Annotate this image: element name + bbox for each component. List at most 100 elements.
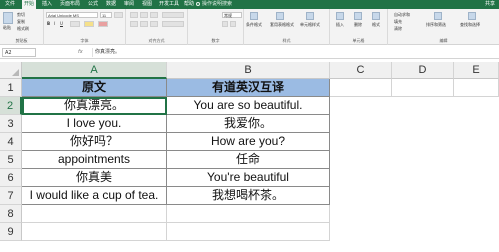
paste-icon[interactable] bbox=[3, 12, 13, 24]
row-header-7[interactable]: 7 bbox=[0, 187, 22, 205]
percent-button[interactable] bbox=[222, 21, 228, 27]
cut-button[interactable]: 剪切 bbox=[17, 12, 25, 18]
align-middle-button[interactable] bbox=[140, 12, 148, 18]
column-header-b[interactable]: B bbox=[167, 62, 330, 79]
tab-page-layout[interactable]: 页面布局 bbox=[58, 0, 82, 9]
cell-a6[interactable]: 你真美 bbox=[22, 169, 167, 187]
row-header-4[interactable]: 4 bbox=[0, 133, 22, 151]
cell-b8[interactable] bbox=[167, 205, 330, 223]
delete-cells-label: 删除 bbox=[354, 22, 362, 27]
cell-b9[interactable] bbox=[167, 223, 330, 241]
column-header-e[interactable]: E bbox=[454, 62, 499, 79]
format-cells-icon[interactable] bbox=[372, 12, 380, 20]
cell-a2[interactable]: 你真漂亮。 bbox=[22, 97, 167, 115]
insert-cells-label: 插入 bbox=[336, 22, 344, 27]
comma-button[interactable] bbox=[230, 21, 236, 27]
row-header-3[interactable]: 3 bbox=[0, 115, 22, 133]
tab-help[interactable]: 帮助 bbox=[183, 0, 195, 9]
clipboard-group: 粘贴 剪切 复制 格式刷 剪贴板 bbox=[0, 9, 44, 45]
cell-d1[interactable] bbox=[392, 79, 454, 97]
column-header-a[interactable]: A bbox=[22, 62, 167, 79]
align-right-button[interactable] bbox=[150, 21, 158, 27]
formula-bar: A2 fx 你真漂亮。 bbox=[0, 46, 499, 59]
column-header-c[interactable]: C bbox=[330, 62, 392, 79]
tab-home[interactable]: 开始 bbox=[22, 0, 36, 9]
tab-developer[interactable]: 开发工具 bbox=[158, 0, 180, 9]
copy-button[interactable]: 复制 bbox=[17, 19, 25, 25]
styles-group-label: 样式 bbox=[282, 38, 291, 43]
cell-c1[interactable] bbox=[330, 79, 392, 97]
merge-center-button[interactable] bbox=[162, 21, 184, 27]
clear-button[interactable]: 清除 bbox=[394, 26, 402, 32]
select-all-triangle-icon bbox=[12, 69, 19, 76]
align-bottom-button[interactable] bbox=[150, 12, 158, 18]
cell-a8[interactable] bbox=[22, 205, 167, 223]
cell-b6[interactable]: You're beautiful bbox=[167, 169, 330, 187]
format-painter-button[interactable]: 格式刷 bbox=[17, 26, 29, 32]
font-color-button[interactable] bbox=[98, 21, 108, 27]
wrap-text-button[interactable] bbox=[162, 12, 184, 18]
align-center-button[interactable] bbox=[140, 21, 148, 27]
cells-group-label: 单元格 bbox=[352, 38, 365, 43]
number-format-select[interactable]: 常规 bbox=[222, 12, 242, 18]
row-header-6[interactable]: 6 bbox=[0, 169, 22, 187]
select-all-button[interactable] bbox=[0, 62, 22, 79]
align-top-button[interactable] bbox=[130, 12, 138, 18]
row-header-1[interactable]: 1 bbox=[0, 79, 22, 97]
cell-a1[interactable]: 原文 bbox=[22, 79, 167, 97]
tab-review[interactable]: 审阅 bbox=[122, 0, 136, 9]
cell-b7[interactable]: 我想喝杯茶。 bbox=[167, 187, 330, 205]
font-grow-button[interactable] bbox=[114, 12, 123, 18]
italic-button[interactable]: I bbox=[54, 21, 55, 26]
share-button[interactable]: 共享 bbox=[485, 0, 495, 9]
font-name-select[interactable]: Arial Unicode MS bbox=[46, 12, 98, 18]
tab-data[interactable]: 数据 bbox=[104, 0, 118, 9]
row-header-9[interactable]: 9 bbox=[0, 223, 22, 241]
find-select-icon[interactable] bbox=[468, 12, 476, 20]
styles-group: 条件格式 套用表格格式 单元格样式 样式 bbox=[244, 9, 330, 45]
tell-me-search[interactable]: 操作说明搜索 bbox=[196, 1, 232, 8]
autosum-button[interactable]: 自动求和 bbox=[394, 12, 410, 18]
row-header-2[interactable]: 2 bbox=[0, 97, 22, 115]
cell-b1[interactable]: 有道英汉互译 bbox=[167, 79, 330, 97]
cell-e1[interactable] bbox=[454, 79, 499, 97]
fill-button[interactable]: 填充 bbox=[394, 19, 402, 25]
insert-cells-icon[interactable] bbox=[336, 12, 344, 20]
tab-insert[interactable]: 插入 bbox=[40, 0, 54, 9]
cell-styles-icon[interactable] bbox=[306, 12, 314, 20]
cell-a9[interactable] bbox=[22, 223, 167, 241]
row-header-8[interactable]: 8 bbox=[0, 205, 22, 223]
column-header-d[interactable]: D bbox=[392, 62, 454, 79]
cell-b5[interactable]: 任命 bbox=[167, 151, 330, 169]
tab-formulas[interactable]: 公式 bbox=[86, 0, 100, 9]
bold-button[interactable]: B bbox=[47, 21, 50, 26]
sort-filter-icon[interactable] bbox=[434, 12, 442, 20]
cell-a3[interactable]: I love you. bbox=[22, 115, 167, 133]
alignment-group-label: 对齐方式 bbox=[148, 38, 165, 43]
fill-color-button[interactable] bbox=[84, 21, 94, 27]
function-icon[interactable]: fx bbox=[78, 48, 83, 57]
conditional-format-label: 条件格式 bbox=[246, 22, 262, 27]
row-header-5[interactable]: 5 bbox=[0, 151, 22, 169]
cell-b2[interactable]: You are so beautiful. bbox=[167, 97, 330, 115]
tab-view[interactable]: 视图 bbox=[140, 0, 154, 9]
name-box[interactable]: A2 bbox=[2, 48, 36, 57]
format-as-table-icon[interactable] bbox=[276, 12, 284, 20]
underline-button[interactable]: U bbox=[60, 21, 63, 26]
cell-a4[interactable]: 你好吗？ bbox=[22, 133, 167, 151]
delete-cells-icon[interactable] bbox=[354, 12, 362, 20]
font-size-select[interactable]: 11 bbox=[100, 12, 112, 18]
clipboard-group-label: 剪贴板 bbox=[15, 38, 28, 43]
align-left-button[interactable] bbox=[130, 21, 138, 27]
cell-styles-label: 单元格样式 bbox=[300, 22, 320, 27]
cell-a5[interactable]: appointments bbox=[22, 151, 167, 169]
border-button[interactable] bbox=[70, 21, 80, 27]
cell-a7[interactable]: I would like a cup of tea. bbox=[22, 187, 167, 205]
paste-label: 粘贴 bbox=[3, 25, 11, 30]
conditional-format-icon[interactable] bbox=[250, 12, 258, 20]
cell-b4[interactable]: How are you? bbox=[167, 133, 330, 151]
tab-file[interactable]: 文件 bbox=[4, 0, 16, 9]
formula-input[interactable]: 你真漂亮。 bbox=[92, 48, 496, 57]
alignment-group: 对齐方式 bbox=[126, 9, 188, 45]
cell-b3[interactable]: 我爱你。 bbox=[167, 115, 330, 133]
